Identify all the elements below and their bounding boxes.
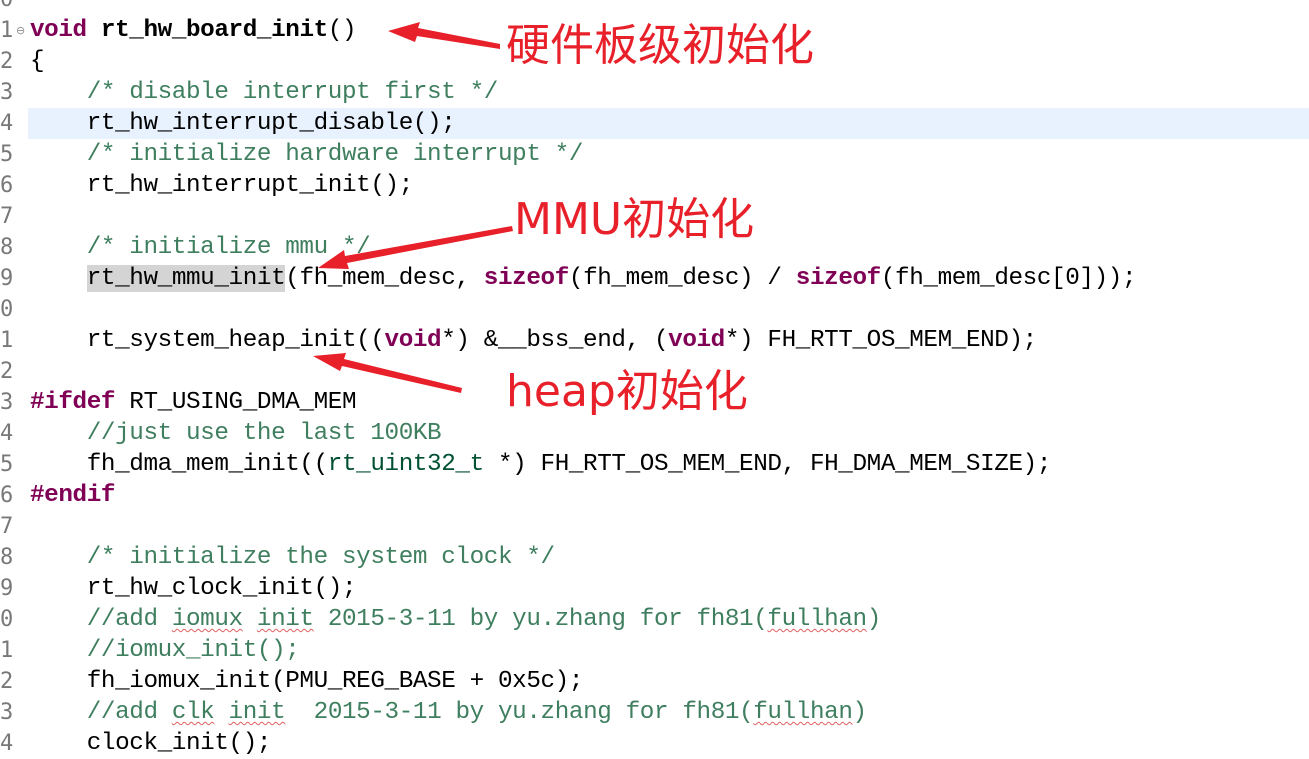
comment: 2015-3-11 by yu.zhang for fh81(	[285, 699, 754, 726]
code-line-20[interactable]: //add iomux init 2015-3-11 by yu.zhang f…	[30, 604, 882, 635]
comment: //iomux_init();	[30, 637, 300, 664]
code-line-2[interactable]: {	[30, 46, 45, 77]
code-line-14[interactable]: //just use the last 100KB	[30, 418, 442, 449]
comment: /* disable interrupt first */	[30, 79, 499, 106]
args: (fh_mem_desc) /	[568, 265, 796, 292]
line-number: 6	[0, 173, 14, 198]
code-line-19[interactable]: rt_hw_clock_init();	[30, 573, 357, 604]
code-editor[interactable]: 0123456789012345678901234 ⊖ void rt_hw_b…	[0, 0, 1309, 758]
code-line-13[interactable]: #ifdef RT_USING_DMA_MEM	[30, 387, 357, 418]
preprocessor-ifdef: #ifdef	[30, 389, 116, 416]
comment: )	[852, 699, 868, 726]
line-number: 9	[0, 576, 14, 601]
line-number: 3	[0, 700, 14, 725]
spell-error: init	[256, 606, 314, 633]
line-number: 1	[0, 638, 14, 663]
statement: fh_dma_mem_init((	[30, 451, 328, 478]
comment: )	[866, 606, 882, 633]
code-line-24[interactable]: clock_init();	[30, 728, 272, 759]
code-line-22[interactable]: fh_iomux_init(PMU_REG_BASE + 0x5c);	[30, 666, 584, 697]
line-number: 2	[0, 359, 14, 384]
function-name: rt_hw_board_init	[100, 17, 328, 44]
code-line-21[interactable]: //iomux_init();	[30, 635, 300, 666]
comment	[214, 699, 228, 726]
line-number: 4	[0, 421, 14, 446]
comment	[243, 606, 257, 633]
statement: rt_hw_interrupt_disable();	[30, 110, 456, 137]
line-number: 3	[0, 390, 14, 415]
line-number: 0	[0, 0, 18, 15]
statement: rt_system_heap_init((	[30, 327, 385, 354]
comment: /* initialize the system clock */	[30, 544, 555, 571]
line-number: 7	[0, 514, 14, 539]
line-number: 9	[0, 266, 14, 291]
comment: //add	[30, 699, 172, 726]
code-line-11[interactable]: rt_system_heap_init((void*) &__bss_end, …	[30, 325, 1038, 356]
statement: fh_iomux_init(PMU_REG_BASE + 0x5c);	[30, 668, 584, 695]
annotation-heap-init: heap初始化	[506, 366, 748, 417]
comment: //add	[30, 606, 172, 633]
code-line-9[interactable]: rt_hw_mmu_init(fh_mem_desc, sizeof(fh_me…	[30, 263, 1137, 294]
macro-name: RT_USING_DMA_MEM	[115, 389, 357, 416]
line-number: 2	[0, 669, 14, 694]
line-number: 5	[0, 452, 14, 477]
comment: //just use the last 100KB	[30, 420, 442, 447]
line-number: 5	[0, 142, 14, 167]
arrow-board-init	[388, 22, 500, 49]
line-number: 0	[0, 297, 14, 322]
statement: rt_hw_clock_init();	[30, 575, 357, 602]
line-number: 8	[0, 235, 14, 260]
type-name: rt_uint32_t	[327, 451, 484, 478]
line-number: 4	[0, 111, 14, 136]
line-number: 0	[0, 607, 14, 632]
line-number: 6	[0, 483, 14, 508]
comment: 2015-3-11 by yu.zhang for fh81(	[313, 606, 768, 633]
selected-identifier: rt_hw_mmu_init	[86, 265, 286, 292]
code-line-4[interactable]: rt_hw_interrupt_disable();	[30, 108, 456, 139]
args: (fh_mem_desc[0]));	[880, 265, 1137, 292]
spell-error: fullhan	[753, 699, 853, 726]
code-line-3[interactable]: /* disable interrupt first */	[30, 77, 499, 108]
statement: *) FH_RTT_OS_MEM_END, FH_DMA_MEM_SIZE);	[483, 451, 1052, 478]
statement: *) &__bss_end, (	[441, 327, 669, 354]
annotation-mmu-init: MMU初始化	[514, 194, 755, 245]
parens: ()	[327, 17, 357, 44]
line-number: 4	[0, 731, 14, 756]
open-brace: {	[30, 48, 45, 75]
line-number: 2	[0, 49, 14, 74]
line-number: 1	[0, 328, 14, 353]
statement: clock_init();	[30, 730, 272, 757]
code-line-18[interactable]: /* initialize the system clock */	[30, 542, 555, 573]
code-line-15[interactable]: fh_dma_mem_init((rt_uint32_t *) FH_RTT_O…	[30, 449, 1052, 480]
code-line-1[interactable]: void rt_hw_board_init()	[30, 15, 357, 46]
keyword-void: void	[668, 327, 725, 354]
code-line-16[interactable]: #endif	[30, 480, 115, 511]
spell-error: fullhan	[767, 606, 867, 633]
statement: *) FH_RTT_OS_MEM_END);	[724, 327, 1037, 354]
keyword-void: void	[30, 17, 87, 44]
code-line-8[interactable]: /* initialize mmu */	[30, 232, 371, 263]
annotation-board-init: 硬件板级初始化	[506, 20, 814, 71]
args: (fh_mem_desc,	[285, 265, 484, 292]
spell-error: iomux	[171, 606, 243, 633]
statement: rt_hw_interrupt_init();	[30, 172, 414, 199]
keyword-sizeof: sizeof	[795, 265, 881, 292]
line-number: 7	[0, 204, 14, 229]
preprocessor-endif: #endif	[30, 482, 116, 509]
code-line-6[interactable]: rt_hw_interrupt_init();	[30, 170, 414, 201]
spell-error: init	[228, 699, 286, 726]
code-line-23[interactable]: //add clk init 2015-3-11 by yu.zhang for…	[30, 697, 867, 728]
line-number: 8	[0, 545, 14, 570]
keyword-void: void	[384, 327, 442, 354]
line-number: 3	[0, 80, 14, 105]
code-line-5[interactable]: /* initialize hardware interrupt */	[30, 139, 584, 170]
comment: /* initialize hardware interrupt */	[30, 141, 584, 168]
comment: /* initialize mmu */	[30, 234, 371, 261]
keyword-sizeof: sizeof	[483, 265, 569, 292]
spell-error: clk	[171, 699, 215, 726]
fold-collapse-icon[interactable]: ⊖	[16, 15, 28, 46]
